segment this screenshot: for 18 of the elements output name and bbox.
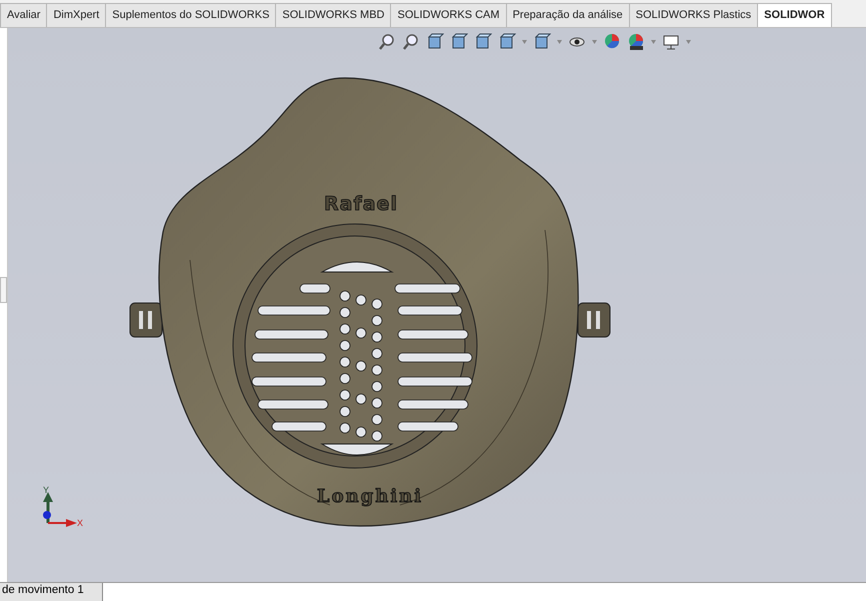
ribbon-tab[interactable]: Suplementos do SOLIDWORKS [105,3,276,27]
zoom-to-fit-icon[interactable] [378,33,396,51]
ribbon-tab[interactable]: DimXpert [46,3,106,27]
axis-triad-drawing [43,492,77,527]
embossed-text: Longhini [316,486,424,507]
ribbon-tab[interactable]: SOLIDWOR [757,3,832,27]
axis-label: Y [43,485,50,495]
zoom-area-icon[interactable] [402,33,420,51]
ribbon-tab[interactable]: SOLIDWORKS CAM [390,3,507,27]
display-icon[interactable] [662,33,680,51]
panel-handle[interactable] [0,277,7,303]
ribbon-tab[interactable]: Preparação da análise [506,3,630,27]
axis-label: X [77,518,84,528]
ribbon-tab[interactable]: SOLIDWORKS MBD [275,3,392,27]
embossed-text: Rafael [324,193,398,215]
ribbon-tab[interactable]: SOLIDWORKS Plastics [628,3,758,27]
ribbon-tab[interactable]: Avaliar [0,3,48,27]
motion-study-tab[interactable]: de movimento 1 [0,583,103,601]
